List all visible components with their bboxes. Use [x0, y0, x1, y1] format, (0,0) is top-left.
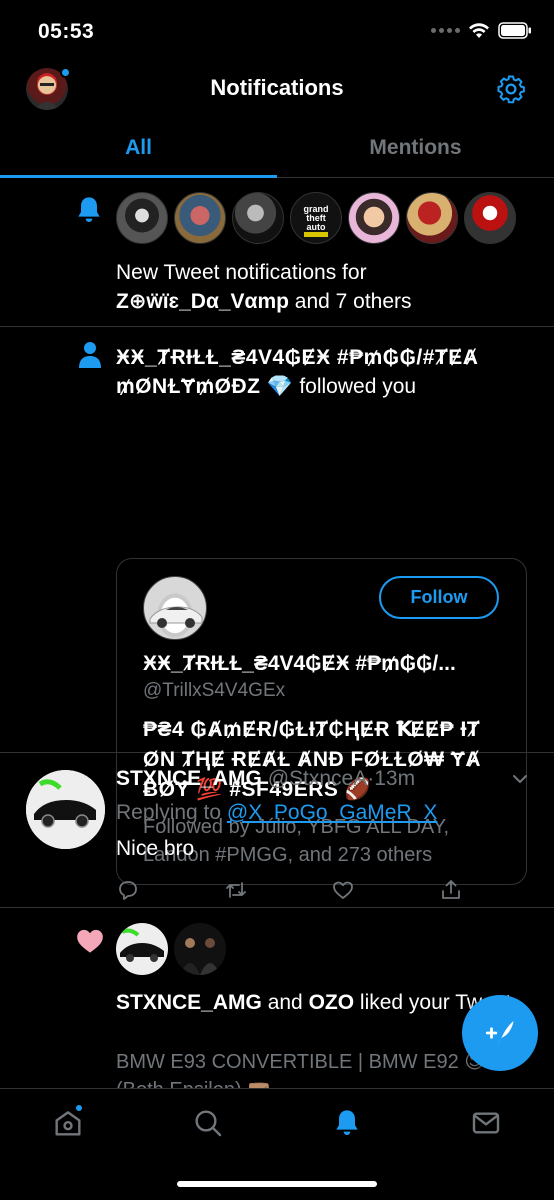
- card-handle: @TrillxS4V4GEx: [143, 680, 286, 701]
- avatar[interactable]: grand theft auto: [290, 192, 342, 244]
- tweet-reply[interactable]: STXNCE_AMG @StxnceA·13m Replying to @X_P…: [0, 753, 554, 908]
- status-icons: [431, 22, 532, 39]
- avatar-group: grand theft auto: [116, 192, 516, 244]
- tweet-actions: [116, 878, 466, 906]
- heart-icon: [77, 929, 103, 953]
- tweet-header: STXNCE_AMG @StxnceA·13m: [116, 767, 415, 791]
- card-avatar[interactable]: [143, 576, 207, 640]
- notification-tabs: All Mentions: [0, 118, 554, 178]
- signal-icon: [431, 28, 460, 33]
- notifications-feed[interactable]: grand theft auto New Tweet notifications f…: [0, 178, 554, 1088]
- like-icon[interactable]: [331, 878, 355, 902]
- avatar[interactable]: [406, 192, 458, 244]
- notification-new-tweets[interactable]: grand theft auto New Tweet notifications f…: [0, 178, 554, 327]
- notification-follow[interactable]: ӾӾ_ȾɌƗⱢⱢ_₴4V4₲ɆӾ #₱₥₲₲/#ȾɆȺ ₥ØNⱢɎ₥ØĐZ 💎 …: [0, 327, 554, 885]
- person-icon: [79, 342, 101, 368]
- replying-to-label: Replying to: [116, 801, 227, 824]
- compose-tweet-button[interactable]: [462, 995, 538, 1071]
- replying-to: Replying to @X_PoGo_GaMeR_X: [116, 801, 437, 825]
- retweet-icon[interactable]: [224, 878, 248, 902]
- status-time: 05:53: [38, 20, 95, 43]
- tab-mentions[interactable]: Mentions: [277, 118, 554, 177]
- new-tweets-text: New Tweet notifications for Z⊕ẅїɛ_Dα_Vαm…: [116, 258, 536, 316]
- battery-icon: [498, 22, 531, 39]
- page-title: Notifications: [210, 75, 344, 100]
- status-bar: 05:53: [0, 0, 554, 66]
- tab-all[interactable]: All: [0, 118, 277, 178]
- replying-to-user-link[interactable]: @X_PoGo_GaMeR_X: [227, 801, 437, 824]
- like-user-2[interactable]: OZO: [309, 991, 355, 1014]
- avatar-group: [116, 923, 226, 975]
- new-tweets-suffix: and 7 others: [288, 290, 412, 313]
- tweet-author-name[interactable]: STXNCE_AMG: [116, 767, 262, 790]
- wifi-icon: [469, 22, 489, 38]
- avatar[interactable]: [116, 923, 168, 975]
- share-icon[interactable]: [439, 878, 463, 902]
- gear-icon[interactable]: [496, 74, 526, 104]
- like-user-1[interactable]: STXNCE_AMG: [116, 991, 262, 1014]
- avatar[interactable]: [232, 192, 284, 244]
- tweet-time: 13m: [374, 767, 416, 790]
- like-and: and: [261, 991, 309, 1014]
- app-header: Notifications: [0, 62, 554, 116]
- compose-feather-icon: [485, 1020, 514, 1046]
- follow-button[interactable]: Follow: [379, 576, 499, 619]
- tweet-avatar[interactable]: [26, 770, 105, 849]
- card-display-name[interactable]: ӾӾ_ȾɌƗⱢⱢ_₴4V4₲ɆӾ #₱₥₲₲/...: [143, 652, 513, 676]
- avatar[interactable]: [174, 923, 226, 975]
- home-notification-dot: [74, 1103, 84, 1113]
- avatar[interactable]: [174, 192, 226, 244]
- liked-tweet-snippet: BMW E93 CONVERTIBLE | BMW E92 😍😍 (Both E…: [116, 1051, 506, 1088]
- bell-icon: [78, 197, 100, 222]
- like-text: STXNCE_AMG and OZO liked your Tweet: [116, 988, 516, 1018]
- messages-icon[interactable]: [470, 1107, 502, 1139]
- avatar[interactable]: [348, 192, 400, 244]
- follow-action: followed you: [293, 375, 417, 398]
- home-indicator: [177, 1181, 377, 1187]
- new-tweets-user[interactable]: Z⊕ẅїɛ_Dα_Vαmp: [116, 290, 289, 313]
- new-tweets-prefix: New Tweet notifications for: [116, 261, 367, 284]
- tweet-text: Nice bro: [116, 837, 195, 860]
- notification-like[interactable]: STXNCE_AMG and OZO liked your Tweet BMW …: [0, 908, 554, 1088]
- svg-text:auto: auto: [307, 222, 327, 232]
- chevron-down-icon[interactable]: [512, 773, 528, 785]
- avatar[interactable]: [116, 192, 168, 244]
- follow-text: ӾӾ_ȾɌƗⱢⱢ_₴4V4₲ɆӾ #₱₥₲₲/#ȾɆȺ ₥ØNⱢɎ₥ØĐZ 💎 …: [116, 343, 536, 401]
- tweet-author-handle: @StxnceA: [267, 767, 368, 790]
- search-icon[interactable]: [192, 1107, 224, 1139]
- reply-icon[interactable]: [116, 878, 140, 902]
- notifications-bell-icon[interactable]: [331, 1107, 363, 1139]
- avatar[interactable]: [464, 192, 516, 244]
